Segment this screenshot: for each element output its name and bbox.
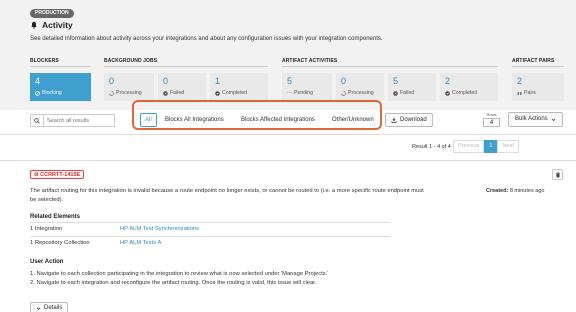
tile-jobs-failed[interactable]: 0 Failed [158, 73, 206, 101]
tile-value: 2 [445, 76, 451, 86]
page-subtitle: See detailed information about activity … [30, 36, 383, 42]
bulk-actions-label: Bulk Actions [515, 116, 548, 122]
related-type: 1 Integration [30, 226, 63, 232]
divider [104, 66, 268, 67]
details-toggle-button[interactable]: Details [30, 302, 69, 312]
tile-value: 0 [109, 76, 115, 86]
filter-blocks-all-integrations[interactable]: Blocks All Integrations [162, 113, 227, 127]
check-circle-icon [445, 90, 450, 96]
tile-value: 4 [35, 76, 41, 86]
divider [0, 160, 576, 161]
search-button[interactable] [31, 115, 44, 126]
table-row: 1 Integration HP ALM Test Synchronizatio… [30, 222, 390, 234]
search-input[interactable] [44, 117, 110, 124]
pairs-icon [517, 91, 522, 95]
related-type: 1 Repository Collection [30, 240, 90, 246]
artifact-pairs-group-label: ARTIFACT PAIRS [512, 58, 555, 64]
chevron-down-icon [551, 118, 555, 122]
search-box [30, 114, 115, 127]
user-action-title: User Action [30, 259, 64, 265]
artifact-activities-group-label: ARTIFACT ACTIVITIES [282, 58, 338, 64]
issue-description: The artifact routing for this integratio… [30, 188, 424, 203]
related-link[interactable]: HP ALM Tests A [120, 237, 161, 249]
user-action-list: 1. Navigate to each collection participa… [30, 270, 328, 287]
filter-blocks-affected-integrations[interactable]: Blocks Affected Integrations [238, 113, 318, 127]
current-page-button[interactable]: 1 [484, 140, 498, 153]
check-circle-icon [215, 90, 220, 96]
tile-artifacts-failed[interactable]: 5 Failed [388, 73, 436, 101]
activity-header: PRODUCTION Activity See detailed informa… [0, 0, 576, 110]
filter-other-unknown[interactable]: Other/Unknown [329, 113, 377, 127]
divider [0, 134, 576, 135]
circle-slash-icon [35, 90, 40, 96]
tile-value: 0 [163, 76, 169, 86]
tile-value: 0 [341, 76, 347, 86]
spinner-icon [341, 90, 346, 96]
tile-label: Processing [116, 90, 142, 96]
tile-label: Completed [452, 90, 478, 96]
tile-artifacts-processing[interactable]: 0 Processing [336, 73, 384, 101]
tile-artifacts-completed[interactable]: 2 Completed [440, 73, 498, 101]
next-page-button[interactable]: Next [497, 140, 519, 153]
pagination: Previous 1 Next [453, 140, 519, 153]
download-label: Download [400, 117, 427, 123]
tile-blocking[interactable]: 4 Blocking [30, 73, 91, 101]
download-icon [391, 117, 397, 123]
rows-per-page[interactable]: Rows 4 [483, 112, 500, 127]
rows-value[interactable]: 4 [483, 118, 500, 127]
ellipsis-icon: ··· [287, 90, 292, 96]
created-timestamp: Created: 8 minutes ago [486, 188, 544, 194]
tile-artifact-pairs[interactable]: 2 Pairs [512, 73, 564, 101]
tile-label: Processing [348, 90, 374, 96]
search-icon [34, 117, 40, 124]
tile-artifacts-pending[interactable]: 5 ··· Pending [282, 73, 332, 101]
table-row: 1 Repository Collection HP ALM Tests A [30, 236, 390, 248]
tile-label: Pairs [524, 90, 536, 96]
page-title: Activity [30, 20, 73, 30]
tile-label: Completed [222, 90, 248, 96]
tile-value: 5 [287, 76, 293, 86]
trash-icon [555, 171, 560, 177]
background-jobs-group-label: BACKGROUND JOBS [104, 58, 158, 64]
previous-page-button[interactable]: Previous [453, 140, 485, 153]
created-label: Created: [486, 188, 509, 194]
tile-value: 1 [215, 76, 221, 86]
x-circle-icon [163, 90, 168, 96]
filter-all[interactable]: All [140, 113, 157, 127]
chevron-down-icon [36, 306, 41, 310]
tile-label: Blocking [42, 90, 62, 96]
result-count: Result 1 - 4 of 4 [412, 144, 451, 150]
x-circle-icon [393, 90, 398, 96]
page-title-text: Activity [42, 20, 73, 30]
tile-value: 5 [393, 76, 399, 86]
divider [512, 66, 564, 67]
tile-jobs-completed[interactable]: 1 Completed [210, 73, 268, 101]
delete-button[interactable] [552, 169, 563, 180]
bell-icon [31, 21, 37, 29]
divider [30, 66, 91, 67]
environment-badge: PRODUCTION [30, 9, 74, 18]
download-button[interactable]: Download [385, 113, 433, 127]
tile-jobs-processing[interactable]: 0 Processing [104, 73, 154, 101]
divider [282, 66, 498, 67]
list-item: 1. Navigate to each collection participa… [30, 271, 329, 277]
issue-id-text: CCRRTT-1415E [40, 172, 81, 178]
rows-label: Rows [486, 112, 497, 117]
tile-value: 2 [517, 76, 523, 86]
spinner-icon [109, 90, 114, 96]
tile-label: Pending [294, 90, 314, 96]
list-item: 2. Navigate to each integration and reco… [30, 279, 317, 286]
details-label: Details [44, 305, 63, 311]
blockers-group-label: BLOCKERS [30, 58, 59, 64]
issue-id-badge[interactable]: ⊘ CCRRTT-1415E [30, 170, 85, 179]
tile-label: Failed [170, 90, 185, 96]
bulk-actions-button[interactable]: Bulk Actions [508, 112, 563, 127]
related-elements-title: Related Elements [30, 214, 81, 220]
tile-label: Failed [400, 90, 415, 96]
related-link[interactable]: HP ALM Test Synchronizations [120, 223, 199, 235]
created-value: 8 minutes ago [509, 188, 545, 194]
